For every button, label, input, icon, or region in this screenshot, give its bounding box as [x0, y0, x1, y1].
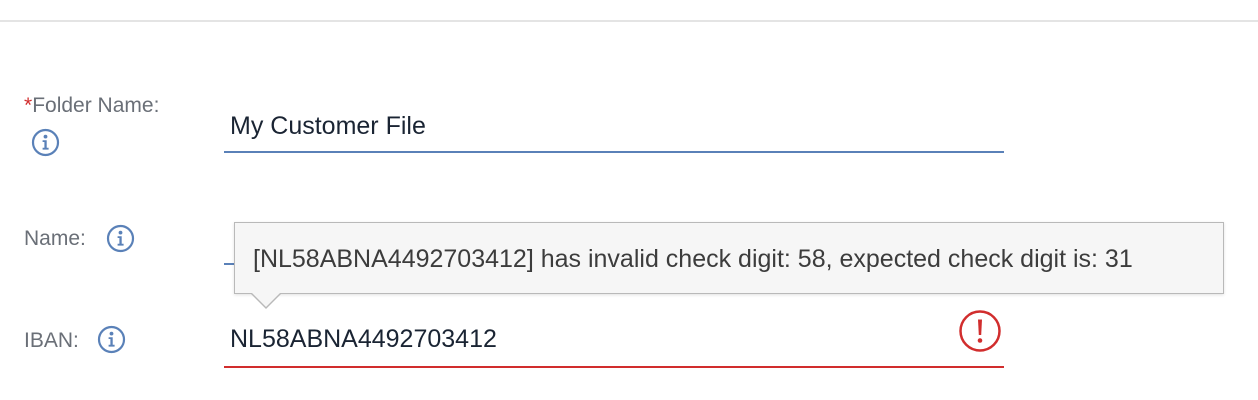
- form-page: *Folder Name: Name: IBAN:: [0, 0, 1258, 400]
- info-icon[interactable]: [106, 224, 135, 253]
- iban-label: IBAN:: [24, 329, 79, 352]
- iban-input[interactable]: [224, 319, 1004, 359]
- exclamation-circle-icon: [958, 309, 1002, 353]
- folder-name-label-text: Folder Name:: [32, 94, 160, 117]
- required-marker: *: [24, 94, 33, 117]
- folder-name-field: [224, 106, 1004, 153]
- folder-name-underline: [224, 151, 1004, 153]
- folder-name-label: *Folder Name:: [24, 94, 159, 118]
- name-label: Name:: [24, 227, 86, 250]
- folder-name-input[interactable]: [224, 106, 1004, 146]
- tooltip-arrow-fill: [251, 292, 281, 307]
- info-icon[interactable]: [31, 128, 60, 157]
- top-divider: [0, 20, 1258, 22]
- validation-tooltip: [NL58ABNA4492703412] has invalid check d…: [234, 222, 1224, 294]
- iban-field: [224, 319, 1004, 368]
- info-icon[interactable]: [97, 325, 126, 354]
- iban-underline-error: [224, 366, 1004, 368]
